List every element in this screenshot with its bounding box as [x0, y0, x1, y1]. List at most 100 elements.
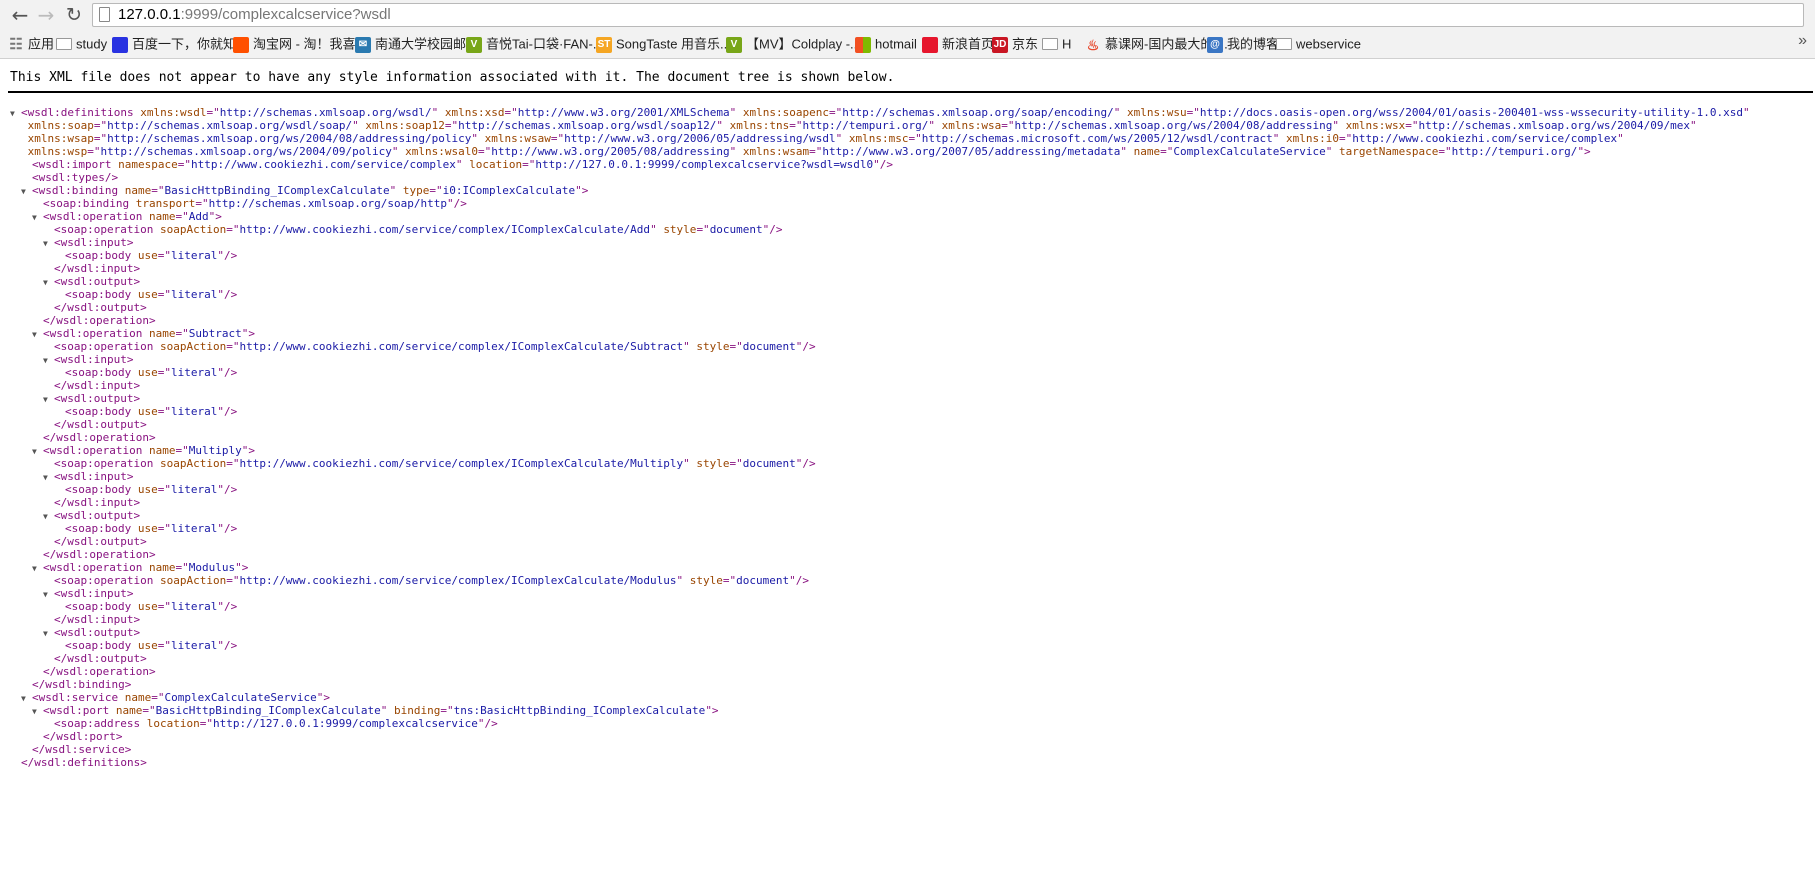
- xml-tag-text: =": [729, 457, 743, 470]
- xml-tag-text: </wsdl:output>: [54, 535, 147, 548]
- bookmark-item[interactable]: @ 我的博客: [1207, 35, 1279, 53]
- collapse-triangle-icon[interactable]: ▼: [32, 328, 43, 341]
- bookmark-item[interactable]: webservice: [1276, 35, 1361, 53]
- collapse-triangle-icon[interactable]: ▼: [21, 692, 32, 705]
- xml-attr-name: use: [137, 522, 158, 535]
- xml-tag-text: </wsdl:output>: [54, 418, 147, 431]
- xml-attr-value: i0:IComplexCalculate: [442, 184, 576, 197]
- collapse-triangle-icon[interactable]: ▼: [43, 510, 54, 523]
- xml-attr-value: http://docs.oasis-open.org/wss/2004/01/o…: [1199, 106, 1743, 119]
- xml-attr-value: http://schemas.microsoft.com/ws/2005/12/…: [921, 132, 1273, 145]
- bookmark-item[interactable]: 新浪首页: [922, 35, 994, 53]
- xml-tag-text: "/>: [795, 457, 816, 470]
- xml-line: <soap:address location="http://127.0.0.1…: [10, 717, 1750, 730]
- xml-attr-value: http://schemas.xmlsoap.org/wsdl/: [219, 106, 432, 119]
- xml-line: </wsdl:operation>: [10, 665, 1750, 678]
- xml-line: <soap:body use="literal"/>: [10, 288, 1750, 301]
- xml-tag-text: =": [789, 119, 803, 132]
- xml-tag-text: </wsdl:definitions>: [21, 756, 147, 769]
- collapse-triangle-icon[interactable]: ▼: [43, 471, 54, 484]
- collapse-triangle-icon[interactable]: ▼: [43, 627, 54, 640]
- xml-line: </wsdl:output>: [10, 535, 1750, 548]
- xml-tag-text: "/>: [217, 483, 238, 496]
- collapse-triangle-icon[interactable]: ▼: [32, 705, 43, 718]
- xml-tag-text: <wsdl:input>: [54, 353, 134, 366]
- xml-line: <soap:operation soapAction="http://www.c…: [10, 223, 1750, 236]
- xml-tag-text: =": [142, 704, 156, 717]
- reload-icon[interactable]: ↻: [62, 3, 86, 27]
- xml-tag-text: </wsdl:operation>: [43, 431, 156, 444]
- xml-tag-text: <soap:binding: [43, 197, 136, 210]
- xml-tag-text: <soap:body: [65, 288, 138, 301]
- url-text[interactable]: 127.0.0.1:9999/complexcalcservice?wsdl: [118, 4, 391, 26]
- bookmark-item[interactable]: V 【MV】Coldplay -...: [726, 35, 861, 53]
- xml-attr-name: style: [663, 223, 697, 236]
- forward-arrow-icon[interactable]: →: [34, 3, 58, 27]
- xml-attr-name: style: [689, 574, 723, 587]
- xml-line: ▼ <wsdl:output>: [10, 626, 1750, 639]
- collapse-triangle-icon[interactable]: ▼: [43, 237, 54, 250]
- xml-line: ▼ <wsdl:output>: [10, 392, 1750, 405]
- back-arrow-icon[interactable]: ←: [8, 3, 32, 27]
- xml-tag-text: ": [835, 132, 849, 145]
- bookmark-label: hotmail: [875, 36, 917, 52]
- xml-tag-text: =": [226, 457, 240, 470]
- bookmark-label: 新浪首页: [942, 36, 995, 52]
- xml-tag-text: "/>: [873, 158, 893, 171]
- bookmark-item[interactable]: JD 京东: [992, 35, 1038, 53]
- collapse-triangle-icon[interactable]: ▼: [43, 354, 54, 367]
- xml-attr-name: namespace: [118, 158, 178, 171]
- collapse-triangle-icon[interactable]: ▼: [32, 562, 43, 575]
- xml-tag-text: "/>: [789, 574, 810, 587]
- xml-tag-text: <soap:operation: [54, 574, 160, 587]
- xml-attr-name: xmlns:wsx: [1345, 119, 1406, 132]
- bookmark-item[interactable]: study: [56, 35, 107, 53]
- xml-attr-value: http://schemas.xmlsoap.org/ws/2004/09/po…: [100, 145, 392, 158]
- xml-tag-text: <wsdl:service: [32, 691, 125, 704]
- bookmark-item[interactable]: 百度一下，你就知道: [112, 35, 249, 53]
- xml-line: <wsdl:import namespace="http://www.cooki…: [10, 158, 1750, 171]
- collapse-triangle-icon[interactable]: ▼: [32, 445, 43, 458]
- xml-tag-text: =": [93, 132, 108, 145]
- xml-tag-text: </wsdl:input>: [54, 262, 141, 275]
- bookmark-label: 音悦Tai-口袋·FAN-...: [486, 36, 604, 52]
- bookmarks-overflow-chevron-icon[interactable]: »: [1798, 32, 1807, 50]
- xml-attr-name: xmlns:wsdl: [140, 106, 207, 119]
- collapse-triangle-icon[interactable]: ▼: [43, 393, 54, 406]
- xml-line: </wsdl:input>: [10, 496, 1750, 509]
- collapse-triangle-icon[interactable]: ▼: [43, 276, 54, 289]
- xml-tag-text: =": [175, 561, 189, 574]
- bookmark-item[interactable]: V 音悦Tai-口袋·FAN-...: [466, 35, 604, 53]
- collapse-triangle-icon[interactable]: ▼: [43, 588, 54, 601]
- bookmark-item[interactable]: ST SongTaste 用音乐...: [596, 35, 731, 53]
- xml-attr-name: xmlns:tns: [729, 119, 790, 132]
- xml-tag-text: [21, 145, 28, 158]
- xml-tag-text: ": [1113, 106, 1128, 119]
- xml-attr-value: http://127.0.0.1:9999/complexcalcservice…: [535, 158, 874, 171]
- xml-attr-name: name: [148, 327, 176, 340]
- xml-attr-name: soapAction: [159, 574, 227, 587]
- bookmark-item[interactable]: ✉ 南通大学校园邮箱: [355, 35, 479, 53]
- xml-tag-text: ": [352, 119, 366, 132]
- xml-attr-name: targetNamespace: [1339, 145, 1439, 158]
- address-bar[interactable]: 127.0.0.1:9999/complexcalcservice?wsdl: [92, 3, 1804, 27]
- xml-tag-text: =": [1438, 145, 1452, 158]
- bookmark-label: 应用: [28, 36, 55, 52]
- xml-line: xmlns:wsap="http://schemas.xmlsoap.org/w…: [10, 132, 1750, 145]
- xml-tag-text: =": [93, 119, 108, 132]
- bookmark-item[interactable]: 淘宝网 - 淘！我喜欢: [233, 35, 369, 53]
- bookmark-item[interactable]: hotmail: [855, 35, 917, 53]
- collapse-triangle-icon[interactable]: ▼: [21, 185, 32, 198]
- flame-icon: ♨: [1086, 36, 1100, 53]
- xml-tag-text: =": [206, 106, 220, 119]
- xml-tag-text: ": [455, 158, 470, 171]
- xml-tag-text: "/>: [217, 288, 238, 301]
- collapse-triangle-icon[interactable]: ▼: [32, 211, 43, 224]
- apps-grid-icon: ☷: [9, 35, 23, 53]
- xml-tag-text: [21, 119, 28, 132]
- xml-tag-text: "/>: [217, 366, 238, 379]
- bookmark-item[interactable]: H: [1042, 35, 1071, 53]
- bookmark-label: H: [1062, 36, 1072, 52]
- xml-line: </wsdl:output>: [10, 301, 1750, 314]
- bookmark-item[interactable]: ☷ 应用: [8, 35, 54, 53]
